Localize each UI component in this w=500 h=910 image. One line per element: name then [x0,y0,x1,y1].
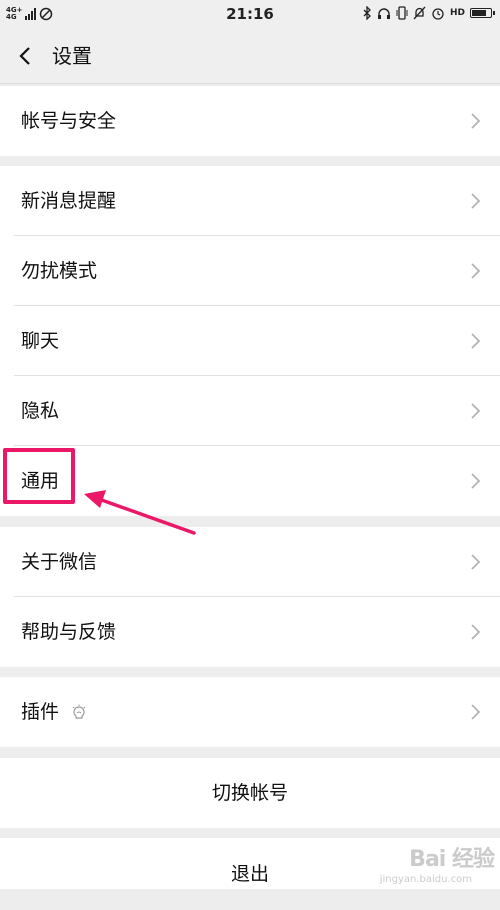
menu-item-label: 勿扰模式 [21,260,98,282]
battery-icon [470,8,495,18]
status-right: HD [363,6,495,20]
headset-icon [377,7,390,19]
menu-item-label: 隐私 [21,400,60,422]
chevron-right-icon [471,113,481,129]
hd-badge: HD [449,8,465,18]
lightbulb-icon [72,704,86,719]
menu-item-label: 帐号与安全 [21,110,117,132]
menu-item-chat[interactable]: 聊天 [0,306,500,376]
vibrate-icon [396,6,408,20]
chevron-right-icon [471,624,481,640]
menu-item-help-feedback[interactable]: 帮助与反馈 [0,597,500,667]
switch-account-button[interactable]: 切换帐号 [0,758,500,828]
menu-item-label: 新消息提醒 [21,190,117,212]
menu-item-about-wechat[interactable]: 关于微信 [0,527,500,597]
menu-item-new-message-notify[interactable]: 新消息提醒 [0,166,500,236]
nav-bar: 设置 [0,28,500,84]
highlight-box [3,448,75,504]
chevron-right-icon [471,473,481,489]
menu-item-general[interactable]: 通用 [0,446,500,516]
mute-bell-icon [413,6,426,20]
menu-item-label: 帮助与反馈 [21,621,117,643]
chevron-right-icon [471,554,481,570]
alarm-icon [432,8,444,20]
chevron-right-icon [471,333,481,349]
chevron-right-icon [471,193,481,209]
baidu-watermark: Bai 经验 [409,847,495,872]
switch-account-label: 切换帐号 [211,782,288,804]
menu-item-label: 插件 [21,701,60,723]
menu-item-account-security[interactable]: 帐号与安全 [0,86,500,156]
bluetooth-icon [363,6,371,20]
status-bar: 4G+ 4G 21:16 HD [0,0,500,28]
page-title: 设置 [52,44,92,68]
annotation-arrow-icon [84,490,196,535]
chevron-right-icon [471,403,481,419]
menu-item-plugins[interactable]: 插件 [0,677,500,747]
menu-item-label: 聊天 [21,330,60,352]
baidu-watermark-url: jingyan.baidu.com [379,874,472,885]
battery-level [472,10,486,16]
chevron-right-icon [471,704,481,720]
chevron-right-icon [471,263,481,279]
menu-item-label: 关于微信 [21,551,98,573]
menu-item-do-not-disturb[interactable]: 勿扰模式 [0,236,500,306]
menu-item-privacy[interactable]: 隐私 [0,376,500,446]
chevron-left-icon[interactable] [14,41,40,71]
